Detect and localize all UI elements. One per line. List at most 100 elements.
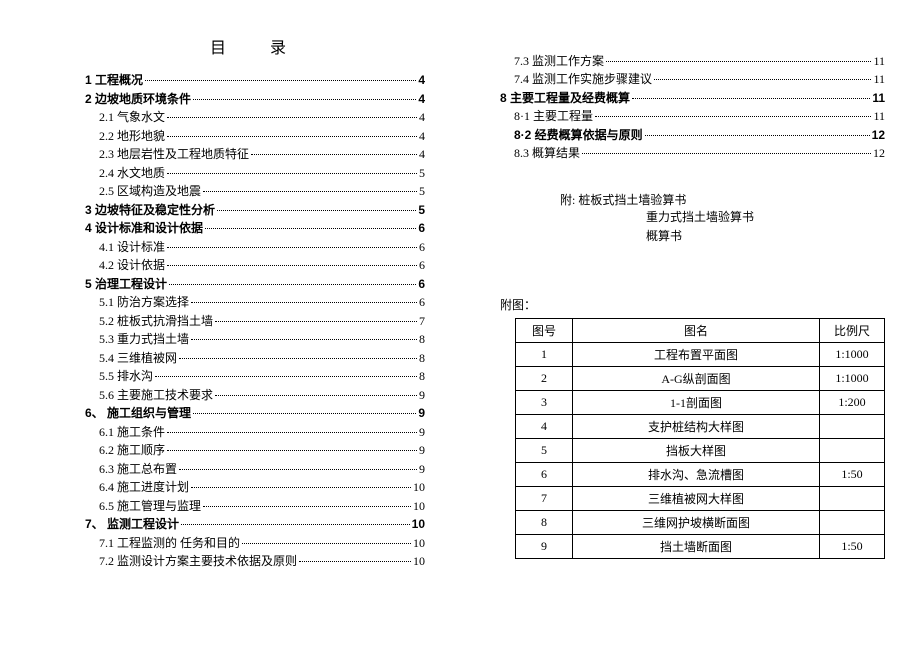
toc-item: 6.1 施工条件9 <box>99 424 425 440</box>
attachments-prefix: 附: <box>560 193 575 207</box>
toc-leader-dots <box>167 247 417 248</box>
toc-page: 7 <box>419 313 425 329</box>
toc-item: 6.5 施工管理与监理10 <box>99 498 425 514</box>
toc-page: 11 <box>873 53 885 69</box>
toc-item: 1 工程概况4 <box>85 72 425 88</box>
toc-page: 9 <box>419 442 425 458</box>
toc-label: 2.4 水文地质 <box>99 165 165 181</box>
toc-label: 5 治理工程设计 <box>85 276 167 292</box>
toc-page: 4 <box>418 91 425 107</box>
toc-item: 6.4 施工进度计划10 <box>99 479 425 495</box>
cell-name: 三维网护坡横断面图 <box>573 511 820 535</box>
toc-item: 6.2 施工顺序 9 <box>99 442 425 458</box>
cell-scale: 1:1000 <box>820 367 885 391</box>
toc-item: 4 设计标准和设计依据 6 <box>85 220 425 236</box>
toc-leader-dots <box>167 265 417 266</box>
cell-scale <box>820 511 885 535</box>
toc-label: 4 设计标准和设计依据 <box>85 220 203 236</box>
attachments-line-1: 桩板式挡土墙验算书 <box>578 193 686 207</box>
toc-leader-dots <box>169 284 416 285</box>
toc-leader-dots <box>193 99 416 100</box>
toc-item: 8.3 概算结果12 <box>514 145 885 161</box>
toc-item: 2.3 地层岩性及工程地质特征4 <box>99 146 425 162</box>
toc-label: 7、 监测工程设计 <box>85 516 179 532</box>
toc-item: 5.4 三维植被网8 <box>99 350 425 366</box>
table-row: 2A-G纵剖面图1:1000 <box>516 367 885 391</box>
toc-leader-dots <box>645 135 870 136</box>
toc-page: 5 <box>418 202 425 218</box>
toc-leader-dots <box>193 413 416 414</box>
toc-label: 4.2 设计依据 <box>99 257 165 273</box>
table-row: 9挡土墙断面图1:50 <box>516 535 885 559</box>
toc-page: 10 <box>413 498 425 514</box>
toc-label: 2.3 地层岩性及工程地质特征 <box>99 146 249 162</box>
toc-page: 8 <box>419 331 425 347</box>
toc-label: 5.2 桩板式抗滑挡土墙 <box>99 313 213 329</box>
figures-table: 图号 图名 比例尺 1工程布置平面图1:10002A-G纵剖面图1:100031… <box>515 318 885 559</box>
table-row: 4支护桩结构大样图 <box>516 415 885 439</box>
cell-number: 2 <box>516 367 573 391</box>
toc-label: 8·2 经费概算依据与原则 <box>514 127 643 143</box>
toc-label: 4.1 设计标准 <box>99 239 165 255</box>
toc-item: 7.4 监测工作实施步骤建议 11 <box>514 71 885 87</box>
toc-leader-dots <box>167 432 417 433</box>
toc-page: 6 <box>418 220 425 236</box>
toc-label: 7.1 工程监测的 任务和目的 <box>99 535 240 551</box>
toc-page: 10 <box>413 535 425 551</box>
toc-leader-dots <box>167 450 417 451</box>
table-row: 1工程布置平面图1:1000 <box>516 343 885 367</box>
cell-name: 排水沟、急流槽图 <box>573 463 820 487</box>
toc-label: 6.4 施工进度计划 <box>99 479 189 495</box>
cell-name: 挡土墙断面图 <box>573 535 820 559</box>
toc-item: 4.1 设计标准6 <box>99 239 425 255</box>
cell-number: 5 <box>516 439 573 463</box>
toc-leader-dots <box>205 228 416 229</box>
toc-item: 3 边坡特征及稳定性分析5 <box>85 202 425 218</box>
toc-label: 8 主要工程量及经费概算 <box>500 90 630 106</box>
toc-page: 10 <box>412 516 425 532</box>
toc-leader-dots <box>632 98 870 99</box>
toc-label: 6、 施工组织与管理 <box>85 405 191 421</box>
cell-name: 三维植被网大样图 <box>573 487 820 511</box>
toc-page: 11 <box>872 90 885 106</box>
toc-label: 1 工程概况 <box>85 72 143 88</box>
toc-item: 2.2 地形地貌4 <box>99 128 425 144</box>
toc-label: 8.3 概算结果 <box>514 145 580 161</box>
toc-leader-dots <box>251 154 417 155</box>
cell-number: 3 <box>516 391 573 415</box>
toc-item: 8 主要工程量及经费概算 11 <box>500 90 885 106</box>
toc-page: 12 <box>872 127 885 143</box>
th-number: 图号 <box>516 319 573 343</box>
toc-page: 9 <box>418 405 425 421</box>
toc-item: 7、 监测工程设计 10 <box>85 516 425 532</box>
toc-page: 6 <box>419 294 425 310</box>
toc-leader-dots <box>582 153 871 154</box>
toc-leader-dots <box>181 524 410 525</box>
toc-label: 6.2 施工顺序 <box>99 442 165 458</box>
toc-leader-dots <box>217 210 416 211</box>
toc-leader-dots <box>191 487 411 488</box>
toc-label: 8·1 主要工程量 <box>514 108 593 124</box>
toc-leader-dots <box>242 543 411 544</box>
table-row: 5挡板大样图 <box>516 439 885 463</box>
toc-right-column: 7.3 监测工作方案117.4 监测工作实施步骤建议118 主要工程量及经费概算… <box>500 50 885 250</box>
cell-scale <box>820 439 885 463</box>
toc-leader-dots <box>191 302 417 303</box>
table-row: 7三维植被网大样图 <box>516 487 885 511</box>
toc-label: 5.4 三维植被网 <box>99 350 177 366</box>
toc-leader-dots <box>179 358 417 359</box>
toc-label: 5.3 重力式挡土墙 <box>99 331 189 347</box>
toc-label: 2.1 气象水文 <box>99 109 165 125</box>
toc-label: 5.5 排水沟 <box>99 368 153 384</box>
toc-page: 11 <box>873 71 885 87</box>
th-scale: 比例尺 <box>820 319 885 343</box>
cell-scale <box>820 487 885 511</box>
toc-leader-dots <box>179 469 417 470</box>
toc-label: 2.5 区域构造及地震 <box>99 183 201 199</box>
toc-page: 9 <box>419 424 425 440</box>
toc-left-column: 目 录 1 工程概况42 边坡地质环境条件42.1 气象水文42.2 地形地貌4… <box>85 30 425 572</box>
cell-number: 1 <box>516 343 573 367</box>
cell-name: 支护桩结构大样图 <box>573 415 820 439</box>
toc-label: 6.3 施工总布置 <box>99 461 177 477</box>
toc-label: 7.4 监测工作实施步骤建议 <box>514 71 652 87</box>
